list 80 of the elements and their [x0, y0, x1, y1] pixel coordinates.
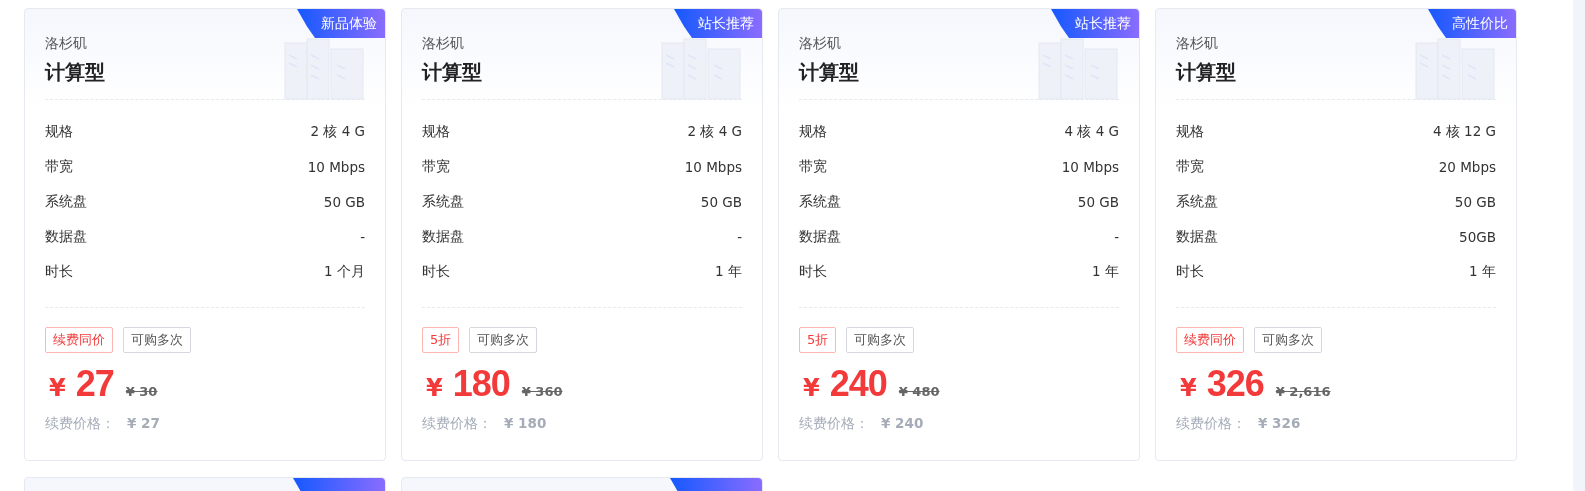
product-badge: 站长推荐 — [1051, 9, 1139, 38]
spec-label: 时长 — [422, 262, 450, 281]
spec-value: - — [737, 228, 742, 245]
promo-tag: 续费同价 — [1176, 327, 1244, 353]
instance-type: 计算型 — [45, 59, 105, 86]
original-price: ¥ 360 — [521, 384, 563, 399]
region-label: 洛杉矶 — [422, 35, 464, 53]
spec-value: 1 个月 — [324, 262, 365, 281]
spec-label: 规格 — [422, 122, 450, 141]
renewal-price: ¥ 326 — [1258, 415, 1301, 433]
spec-value: 1 年 — [1092, 262, 1119, 281]
instance-type: 计算型 — [799, 59, 859, 86]
feature-tag: 可购多次 — [1254, 327, 1322, 353]
price: 180 — [452, 363, 510, 405]
spec-label: 系统盘 — [799, 192, 841, 211]
spec-label: 数据盘 — [799, 227, 841, 246]
spec-label: 带宽 — [422, 157, 450, 176]
spec-value: 10 Mbps — [307, 158, 365, 175]
spec-value: 50 GB — [700, 193, 742, 210]
renewal-label: 续费价格： — [45, 415, 115, 433]
spec-value: 10 Mbps — [1061, 158, 1119, 175]
region-label: 洛杉矶 — [1176, 35, 1218, 53]
spec-value: 4 核 4 G — [1064, 122, 1119, 141]
spec-label: 规格 — [799, 122, 827, 141]
spec-value: 1 年 — [715, 262, 742, 281]
promo-tag: 5折 — [799, 327, 837, 353]
spec-label: 规格 — [1176, 122, 1204, 141]
spec-label: 带宽 — [45, 157, 73, 176]
spec-value: 20 Mbps — [1438, 158, 1496, 175]
currency-symbol: ¥ — [49, 374, 66, 402]
renewal-label: 续费价格： — [422, 415, 492, 433]
product-badge: 站长推荐 — [674, 9, 762, 38]
original-price: ¥ 480 — [898, 384, 940, 399]
region-label: 洛杉矶 — [799, 35, 841, 53]
renewal-label: 续费价格： — [1176, 415, 1246, 433]
feature-tag: 可购多次 — [469, 327, 538, 353]
promo-tag: 续费同价 — [45, 327, 113, 353]
renewal-price: ¥ 180 — [504, 415, 547, 433]
spec-label: 系统盘 — [422, 192, 464, 211]
price: 240 — [829, 363, 887, 405]
spec-value: - — [1114, 228, 1119, 245]
spec-value: 50 GB — [1454, 193, 1496, 210]
spec-value: 50 GB — [1077, 193, 1119, 210]
spec-label: 时长 — [45, 262, 73, 281]
price: 326 — [1206, 363, 1264, 405]
renewal-label: 续费价格： — [799, 415, 869, 433]
spec-label: 数据盘 — [422, 227, 464, 246]
spec-label: 数据盘 — [1176, 227, 1218, 246]
spec-label: 带宽 — [1176, 157, 1204, 176]
currency-symbol: ¥ — [426, 374, 443, 402]
spec-label: 数据盘 — [45, 227, 87, 246]
spec-value: 50GB — [1459, 228, 1496, 245]
spec-label: 系统盘 — [1176, 192, 1218, 211]
product-badge: 高性价比 — [1428, 9, 1516, 38]
spec-value: 10 Mbps — [684, 158, 742, 175]
spec-value: 2 核 4 G — [687, 122, 742, 141]
spec-value: 50 GB — [323, 193, 365, 210]
spec-value: 4 核 12 G — [1432, 122, 1496, 141]
spec-value: 1 年 — [1469, 262, 1496, 281]
original-price: ¥ 2,616 — [1275, 384, 1331, 399]
feature-tag: 可购多次 — [123, 327, 191, 353]
instance-type: 计算型 — [422, 59, 482, 86]
spec-value: 2 核 4 G — [310, 122, 365, 141]
spec-label: 时长 — [799, 262, 827, 281]
instance-type: 计算型 — [1176, 59, 1236, 86]
feature-tag: 可购多次 — [846, 327, 915, 353]
original-price: ¥ 30 — [125, 384, 158, 399]
renewal-price: ¥ 240 — [881, 415, 924, 433]
spec-value: - — [360, 228, 365, 245]
renewal-price: ¥ 27 — [127, 415, 160, 433]
price: 27 — [75, 363, 114, 405]
currency-symbol: ¥ — [803, 374, 820, 402]
spec-label: 时长 — [1176, 262, 1204, 281]
product-badge: 新品体验 — [297, 9, 385, 38]
spec-label: 带宽 — [799, 157, 827, 176]
spec-label: 规格 — [45, 122, 73, 141]
region-label: 洛杉矶 — [45, 35, 87, 53]
spec-label: 系统盘 — [45, 192, 87, 211]
currency-symbol: ¥ — [1180, 374, 1197, 402]
promo-tag: 5折 — [422, 327, 460, 353]
